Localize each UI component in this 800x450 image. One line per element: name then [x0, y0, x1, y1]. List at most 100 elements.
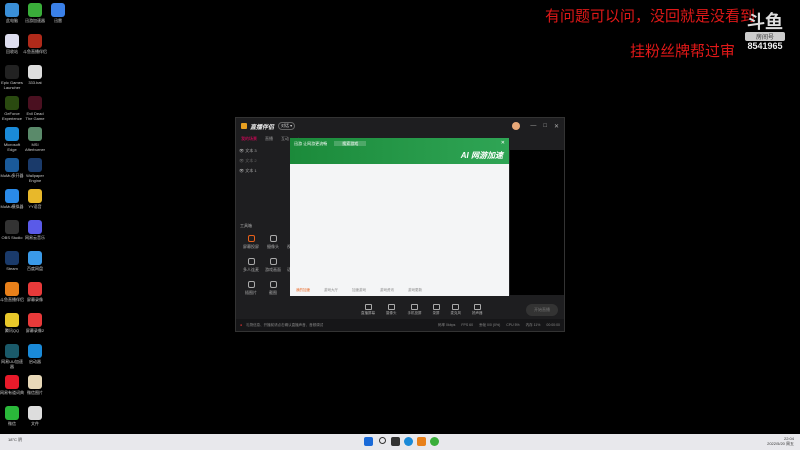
- desktop-icon[interactable]: 网易有道词典: [0, 375, 24, 395]
- tool-icon: [247, 235, 255, 242]
- desktop-icon[interactable]: 微信: [0, 406, 24, 426]
- scene-item[interactable]: 👁 文本 2: [239, 158, 257, 164]
- accelerator-taskbar-icon[interactable]: [430, 437, 439, 446]
- desktop-icon-label: 文件: [31, 421, 39, 426]
- scene-item[interactable]: 👁 文本 1: [239, 168, 257, 174]
- app-icon: [5, 282, 19, 296]
- control-icon: [411, 304, 418, 310]
- start-icon[interactable]: [364, 437, 373, 446]
- control-button[interactable]: 麦克风: [451, 304, 461, 316]
- popup-nav-item[interactable]: 游戏大厅: [324, 288, 338, 293]
- desktop-icon[interactable]: 迅雷: [46, 3, 70, 23]
- desktop-icon-label: 启动器: [29, 359, 41, 364]
- desktop-icon[interactable]: MuMu模拟器: [0, 189, 24, 209]
- tool-label: 屏幕投屏: [243, 244, 259, 249]
- desktop-icon-label: Steam: [6, 266, 18, 271]
- desktop-icon[interactable]: Evil Dead The Game: [23, 96, 47, 121]
- desktop-icon[interactable]: 333.bat: [23, 65, 47, 85]
- desktop-icon[interactable]: 回收站: [0, 34, 24, 54]
- weather-widget[interactable]: 18°C 阴: [8, 437, 22, 443]
- desktop-icon-label: 网易云音乐: [25, 235, 45, 240]
- task-view-icon[interactable]: [391, 437, 400, 446]
- scene-label: 文本 3: [245, 148, 257, 153]
- tool-item[interactable]: 插图片: [240, 281, 262, 296]
- desktop-icon[interactable]: 斗鱼直播伴侣: [23, 34, 47, 54]
- desktop-icon[interactable]: Wallpaper Engine: [23, 158, 47, 183]
- desktop-icon[interactable]: OBS Studio: [0, 220, 24, 240]
- control-icon: [452, 304, 460, 310]
- desktop-icon[interactable]: Microsoft Edge: [0, 127, 24, 152]
- desktop-icon-label: 腾讯QQ: [4, 328, 20, 333]
- desktop-icon[interactable]: 文件: [23, 406, 47, 426]
- popup-nav-item[interactable]: 游戏更新: [408, 288, 422, 293]
- search-icon[interactable]: [379, 437, 386, 444]
- desktop-icon-label: 微信: [8, 421, 16, 426]
- control-button[interactable]: 扬声器: [472, 304, 483, 316]
- app-icon: [28, 189, 42, 203]
- tool-icon: [269, 235, 277, 242]
- popup-title: 迅游 让网游更流畅: [294, 141, 328, 146]
- start-live-button[interactable]: 开始直播: [526, 304, 558, 316]
- tab-scenes[interactable]: 我的场景: [241, 136, 257, 142]
- tab-live[interactable]: 直播: [265, 136, 273, 142]
- tab-interact[interactable]: 互动: [281, 136, 289, 142]
- scene-item[interactable]: 👁 文本 3: [239, 148, 257, 154]
- desktop-icon[interactable]: Steam: [0, 251, 24, 271]
- popup-nav-item[interactable]: 加速游戏: [352, 288, 366, 293]
- control-button[interactable]: 摄像头: [386, 304, 397, 316]
- popup-close-button[interactable]: ✕: [501, 140, 505, 146]
- streaming-app-taskbar-icon[interactable]: [417, 437, 426, 446]
- popup-brand-logo: AI 网游加速: [460, 151, 503, 160]
- desktop-icon[interactable]: MSI Afterburner: [23, 127, 47, 152]
- desktop-icon[interactable]: 屏幕录像2: [23, 313, 47, 333]
- control-button[interactable]: 录屏: [432, 304, 440, 316]
- app-icon: [28, 65, 42, 79]
- desktop-icon[interactable]: 百度网盘: [23, 251, 47, 271]
- desktop-icon[interactable]: YY语音: [23, 189, 47, 209]
- tool-item[interactable]: 摄像头: [262, 235, 284, 250]
- popup-nav-item[interactable]: 游戏资讯: [380, 288, 394, 293]
- desktop-icon[interactable]: Epic Games Launcher: [0, 65, 24, 90]
- popup-search-input[interactable]: 搜索游戏: [334, 141, 367, 146]
- tool-item[interactable]: 屏幕投屏: [240, 235, 262, 250]
- accelerator-popup: 迅游 让网游更流畅 搜索游戏 ✕ AI 网游加速 我的加速 游戏大厅 加速游戏 游戏资…: [290, 138, 509, 296]
- desktop-icon-label: 此电脑: [6, 18, 18, 23]
- desktop-icon[interactable]: 网易云音乐: [23, 220, 47, 240]
- minimize-button[interactable]: —: [530, 123, 536, 130]
- desktop-icon[interactable]: 腾讯QQ: [0, 313, 24, 333]
- desktop-icon[interactable]: 微信图片: [23, 375, 47, 395]
- desktop-icon[interactable]: 此电脑: [0, 3, 24, 23]
- edge-icon[interactable]: [404, 437, 413, 446]
- control-button[interactable]: 手机投屏: [408, 304, 422, 316]
- desktop-icon-label: MuMu多开器: [0, 173, 24, 178]
- taskbar: 18°C 阴 22:04 2022/5/20 周五: [0, 434, 800, 450]
- tool-item[interactable]: 多人连麦: [240, 258, 262, 273]
- desktop-icon[interactable]: 迅游加速器: [23, 3, 47, 23]
- desktop-icon-label: OBS Studio: [1, 235, 23, 240]
- desktop-icon[interactable]: 网易UU加速器: [0, 344, 24, 369]
- tool-icon: [247, 281, 255, 288]
- maximize-button[interactable]: □: [543, 123, 547, 130]
- close-button[interactable]: ✕: [554, 123, 559, 130]
- control-label: 摄像头: [386, 311, 397, 315]
- desktop-icon-label: 迅游加速器: [25, 18, 45, 23]
- avatar[interactable]: [512, 122, 521, 130]
- desktop-icon-label: 百度网盘: [27, 266, 43, 271]
- tool-item[interactable]: 游戏画面: [262, 258, 284, 273]
- desktop-icon[interactable]: MuMu多开器: [0, 158, 24, 178]
- popup-nav-item[interactable]: 我的加速: [296, 288, 310, 293]
- bottom-controls: 直播屏幕 摄像头 手机投屏 录屏 麦克风 扬声器 开始直播: [311, 301, 564, 319]
- desktop-icon[interactable]: 启动器: [23, 344, 47, 364]
- desktop-icon[interactable]: 屏幕录像: [23, 282, 47, 302]
- mode-badge[interactable]: 对话 ▾: [278, 122, 296, 130]
- desktop-icon[interactable]: GeForce Experience: [0, 96, 24, 121]
- clock[interactable]: 22:04 2022/5/20 周五: [767, 436, 794, 446]
- control-button[interactable]: 直播屏幕: [361, 304, 375, 316]
- desktop-icon[interactable]: 斗鱼直播伴侣: [0, 282, 24, 302]
- app-icon: [28, 282, 42, 296]
- tool-item[interactable]: 截图: [262, 281, 284, 296]
- control-icon: [387, 304, 395, 310]
- desktop-icon-label: YY语音: [28, 204, 42, 209]
- desktop-icon-label: 回收站: [6, 49, 18, 54]
- app-icon: [5, 344, 19, 358]
